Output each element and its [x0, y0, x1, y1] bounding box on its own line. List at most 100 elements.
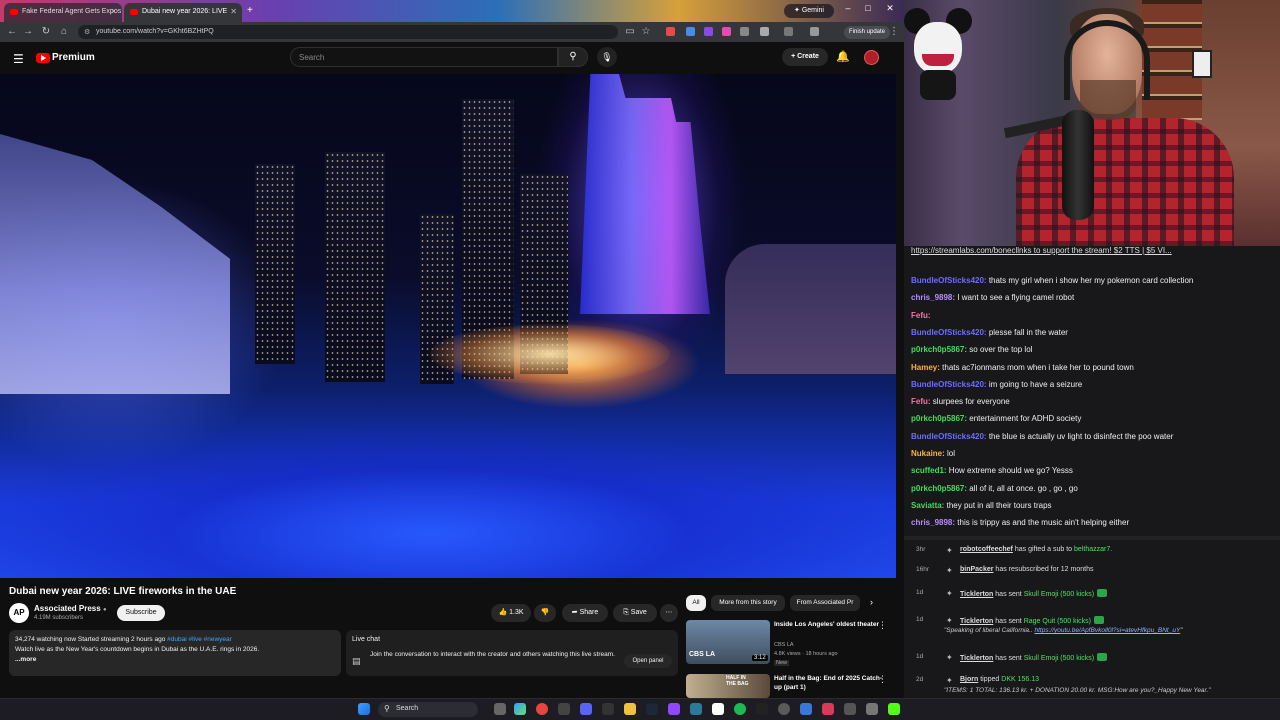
- subscribe-button[interactable]: Subscribe: [117, 605, 165, 621]
- extension-icon[interactable]: [704, 27, 713, 36]
- close-window-icon[interactable]: ✕: [880, 3, 900, 14]
- gemini-button[interactable]: ✦ Gemini: [784, 4, 834, 18]
- save-button[interactable]: ⎘ Save: [613, 604, 657, 622]
- back-icon[interactable]: ←: [6, 26, 18, 37]
- chat-username[interactable]: Saviatta:: [911, 501, 944, 510]
- event-link[interactable]: https://youtu.be/ApfBvkoll0l?si=atevHfkp…: [1034, 627, 1180, 634]
- hashtags[interactable]: #dubai #live #newyear: [167, 636, 232, 643]
- tab-dubai-new-year[interactable]: Dubai new year 2026: LIVE ✕: [124, 3, 242, 22]
- youtube-brand[interactable]: Premium: [52, 52, 95, 63]
- profile-icon[interactable]: [810, 27, 819, 36]
- steam-icon[interactable]: [646, 703, 658, 715]
- edge-icon[interactable]: [514, 703, 526, 715]
- chip-from-associated-press[interactable]: From Associated Pr: [790, 595, 860, 611]
- channel-avatar[interactable]: AP: [9, 603, 29, 623]
- close-tab-icon[interactable]: ✕: [110, 7, 117, 16]
- more-menu-icon[interactable]: ⋮: [888, 26, 900, 37]
- more-options-icon[interactable]: ⋮: [878, 674, 887, 685]
- extension-icon[interactable]: [686, 27, 695, 36]
- chat-username[interactable]: p0rkch0p5867:: [911, 345, 967, 354]
- dislike-button[interactable]: 👎: [534, 604, 556, 622]
- app-icon[interactable]: [756, 703, 768, 715]
- app-icon[interactable]: [690, 703, 702, 715]
- minimize-icon[interactable]: –: [838, 3, 858, 13]
- chat-username[interactable]: BundleOfSticks420:: [911, 380, 987, 389]
- event-username[interactable]: Ticklerton: [960, 618, 993, 625]
- reload-icon[interactable]: ↻: [40, 26, 52, 37]
- chat-username[interactable]: BundleOfSticks420:: [911, 328, 987, 337]
- event-username[interactable]: Bjorn: [960, 676, 978, 683]
- chip-all[interactable]: All: [686, 595, 706, 611]
- video-player[interactable]: AP: [0, 74, 896, 578]
- url-field[interactable]: ⚙ youtube.com/watch?v=GKht6BZHtPQ: [78, 25, 618, 39]
- extension-icon[interactable]: [740, 27, 749, 36]
- site-info-icon[interactable]: ⚙: [84, 28, 90, 36]
- video-thumbnail[interactable]: CBS LA 3:12: [686, 620, 770, 664]
- chip-more-from-story[interactable]: More from this story: [711, 595, 785, 611]
- start-windows-icon[interactable]: [358, 703, 370, 715]
- chat-username[interactable]: BundleOfSticks420:: [911, 432, 987, 441]
- chat-username[interactable]: chris_9898:: [911, 293, 955, 302]
- new-tab-icon[interactable]: +: [247, 5, 253, 16]
- description-box[interactable]: 34,274 watching now Started streaming 2 …: [9, 630, 341, 676]
- cast-icon[interactable]: ▭: [624, 26, 636, 37]
- chat-username[interactable]: scuffed1:: [911, 466, 947, 475]
- account-avatar[interactable]: [864, 50, 879, 65]
- home-icon[interactable]: ⌂: [58, 26, 70, 37]
- forward-icon[interactable]: →: [22, 26, 34, 37]
- chat-username[interactable]: Hamey:: [911, 363, 940, 372]
- extensions-puzzle-icon[interactable]: [760, 27, 769, 36]
- menu-icon[interactable]: ☰: [13, 52, 24, 66]
- extension-icon[interactable]: [722, 27, 731, 36]
- twitch-icon[interactable]: [668, 703, 680, 715]
- obs-icon[interactable]: [712, 703, 724, 715]
- show-more-link[interactable]: ...more: [15, 655, 335, 665]
- chat-username[interactable]: Nukaine:: [911, 449, 945, 458]
- recommended-channel[interactable]: CBS LA: [774, 642, 794, 648]
- event-username[interactable]: Ticklerton: [960, 591, 993, 598]
- more-actions-icon[interactable]: ⋯: [660, 604, 678, 622]
- maximize-icon[interactable]: □: [858, 3, 878, 13]
- app-icon[interactable]: [778, 703, 790, 715]
- channel-name[interactable]: Associated Press ●: [34, 604, 107, 613]
- chat-username[interactable]: chris_9898:: [911, 518, 955, 527]
- chevron-right-icon[interactable]: ›: [870, 597, 873, 607]
- app-icon[interactable]: [558, 703, 570, 715]
- recommended-video[interactable]: HALF IN THE BAG Half in the Bag: End of …: [686, 674, 896, 698]
- video-thumbnail[interactable]: HALF IN THE BAG: [686, 674, 770, 698]
- chat-username[interactable]: p0rkch0p5867:: [911, 414, 967, 423]
- app-icon[interactable]: [602, 703, 614, 715]
- voice-search-icon[interactable]: 🎙: [597, 47, 617, 67]
- search-input[interactable]: Search: [290, 47, 558, 67]
- youtube-logo-icon[interactable]: [36, 53, 50, 63]
- app-icon[interactable]: [844, 703, 856, 715]
- spotify-icon[interactable]: [734, 703, 746, 715]
- open-panel-button[interactable]: Open panel: [624, 654, 672, 668]
- sidebar-icon[interactable]: [784, 27, 793, 36]
- chat-username[interactable]: Fefu:: [911, 397, 931, 406]
- search-button[interactable]: ⚲: [558, 47, 588, 67]
- notifications-bell-icon[interactable]: 🔔: [836, 50, 850, 63]
- pinned-message[interactable]: https://streamlabs.com/bonecllnks to sup…: [911, 246, 1172, 255]
- more-options-icon[interactable]: ⋮: [878, 620, 887, 631]
- share-button[interactable]: ➦ Share: [562, 604, 608, 622]
- chrome-icon[interactable]: [536, 703, 548, 715]
- event-username[interactable]: Ticklerton: [960, 655, 993, 662]
- app-icon[interactable]: [822, 703, 834, 715]
- chat-username[interactable]: BundleOfSticks420:: [911, 276, 987, 285]
- chat-username[interactable]: Fefu:: [911, 311, 931, 320]
- file-explorer-icon[interactable]: [624, 703, 636, 715]
- tab-fake-federal-agent[interactable]: Fake Federal Agent Gets Expos ✕: [4, 3, 122, 22]
- task-view-icon[interactable]: [494, 703, 506, 715]
- event-username[interactable]: robotcoffeechef: [960, 546, 1013, 553]
- recommended-title[interactable]: Half in the Bag: End of 2025 Catch-up (p…: [774, 674, 884, 692]
- recommended-title[interactable]: Inside Los Angeles' oldest theater: [774, 620, 884, 629]
- finish-update-button[interactable]: Finish update: [844, 26, 890, 39]
- bookmark-star-icon[interactable]: ☆: [640, 26, 652, 37]
- like-button[interactable]: 👍 1.3K: [491, 604, 531, 622]
- taskbar-search[interactable]: ⚲ Search: [378, 702, 478, 717]
- create-button[interactable]: + Create: [782, 48, 828, 66]
- kick-icon[interactable]: [888, 703, 900, 715]
- chat-username[interactable]: p0rkch0p5867:: [911, 484, 967, 493]
- app-icon[interactable]: [800, 703, 812, 715]
